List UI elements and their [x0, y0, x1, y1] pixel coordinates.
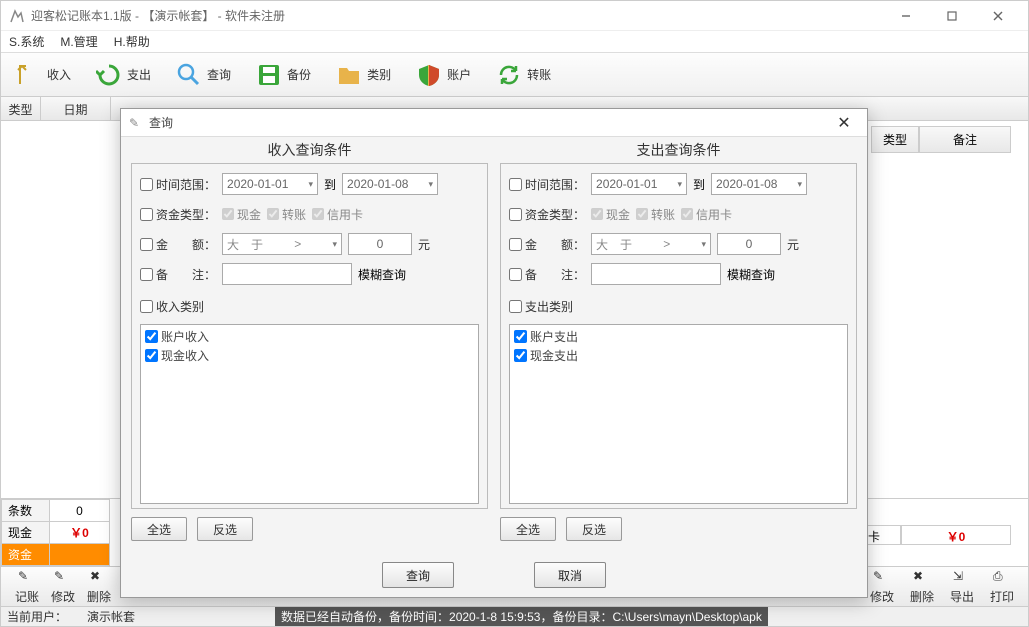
expense-amount-check[interactable]: 金 额： — [509, 236, 585, 253]
expense-unit: 元 — [787, 236, 799, 253]
chevron-down-icon: ▾ — [798, 179, 803, 190]
income-select-all-button[interactable]: 全选 — [131, 517, 187, 541]
income-fundtype-check[interactable]: 资金类型： — [140, 206, 216, 223]
income-credit-check[interactable]: 信用卡 — [312, 206, 363, 223]
expense-time-check[interactable]: 时间范围： — [509, 176, 585, 193]
expense-transfer-check[interactable]: 转账 — [636, 206, 675, 223]
dialog-icon: ✎ — [129, 116, 143, 130]
income-panel: 收入查询条件 时间范围： 2020-01-01▾ 到 2020-01-08▾ 资… — [131, 141, 488, 549]
income-time-check[interactable]: 时间范围： — [140, 176, 216, 193]
income-amount-check[interactable]: 金 额： — [140, 236, 216, 253]
dialog-titlebar: ✎ 查询 ✕ — [121, 109, 867, 137]
income-remark-check[interactable]: 备 注： — [140, 266, 216, 283]
expense-remark-check[interactable]: 备 注： — [509, 266, 585, 283]
dialog-title: 查询 — [149, 114, 829, 131]
expense-amount-input[interactable] — [717, 233, 781, 255]
expense-date-to[interactable]: 2020-01-08▾ — [711, 173, 807, 195]
income-category-list[interactable]: 账户收入 现金收入 — [140, 324, 479, 504]
chevron-down-icon: ▾ — [332, 239, 337, 250]
chevron-down-icon: ▾ — [677, 179, 682, 190]
chevron-down-icon: ▾ — [701, 239, 706, 250]
income-date-to[interactable]: 2020-01-08▾ — [342, 173, 438, 195]
income-op-combo[interactable]: 大 于>▾ — [222, 233, 342, 255]
expense-date-from[interactable]: 2020-01-01▾ — [591, 173, 687, 195]
expense-cat-item-0[interactable]: 账户支出 — [512, 327, 845, 346]
dialog-cancel-button[interactable]: 取消 — [534, 562, 606, 588]
expense-cash-check[interactable]: 现金 — [591, 206, 630, 223]
expense-credit-check[interactable]: 信用卡 — [681, 206, 732, 223]
income-cat-item-1[interactable]: 现金收入 — [143, 346, 476, 365]
query-dialog: ✎ 查询 ✕ 收入查询条件 时间范围： 2020-01-01▾ 到 2020-0… — [120, 108, 868, 598]
income-transfer-check[interactable]: 转账 — [267, 206, 306, 223]
income-legend: 收入查询条件 — [132, 140, 487, 160]
dialog-ok-button[interactable]: 查询 — [382, 562, 454, 588]
income-remark-input[interactable] — [222, 263, 352, 285]
expense-fundtype-check[interactable]: 资金类型： — [509, 206, 585, 223]
expense-category-check[interactable]: 支出类别 — [509, 298, 573, 315]
income-amount-input[interactable] — [348, 233, 412, 255]
dialog-close-button[interactable]: ✕ — [829, 111, 859, 135]
expense-select-all-button[interactable]: 全选 — [500, 517, 556, 541]
chevron-down-icon: ▾ — [308, 179, 313, 190]
expense-category-list[interactable]: 账户支出 现金支出 — [509, 324, 848, 504]
expense-remark-input[interactable] — [591, 263, 721, 285]
income-cat-item-0[interactable]: 账户收入 — [143, 327, 476, 346]
dialog-body: 收入查询条件 时间范围： 2020-01-01▾ 到 2020-01-08▾ 资… — [121, 137, 867, 553]
expense-date-to-label: 到 — [693, 176, 705, 193]
chevron-down-icon: ▾ — [429, 179, 434, 190]
dialog-footer: 查询 取消 — [121, 553, 867, 597]
expense-legend: 支出查询条件 — [501, 140, 856, 160]
expense-invert-button[interactable]: 反选 — [566, 517, 622, 541]
expense-fieldset: 支出查询条件 时间范围： 2020-01-01▾ 到 2020-01-08▾ 资… — [500, 163, 857, 509]
income-fieldset: 收入查询条件 时间范围： 2020-01-01▾ 到 2020-01-08▾ 资… — [131, 163, 488, 509]
income-unit: 元 — [418, 236, 430, 253]
expense-cat-item-1[interactable]: 现金支出 — [512, 346, 845, 365]
expense-fuzzy-label: 模糊查询 — [727, 266, 775, 283]
expense-op-combo[interactable]: 大 于>▾ — [591, 233, 711, 255]
expense-panel: 支出查询条件 时间范围： 2020-01-01▾ 到 2020-01-08▾ 资… — [500, 141, 857, 549]
dialog-backdrop: ✎ 查询 ✕ 收入查询条件 时间范围： 2020-01-01▾ 到 2020-0… — [0, 0, 1029, 627]
income-fuzzy-label: 模糊查询 — [358, 266, 406, 283]
income-invert-button[interactable]: 反选 — [197, 517, 253, 541]
income-cash-check[interactable]: 现金 — [222, 206, 261, 223]
income-category-check[interactable]: 收入类别 — [140, 298, 204, 315]
income-date-from[interactable]: 2020-01-01▾ — [222, 173, 318, 195]
income-date-to-label: 到 — [324, 176, 336, 193]
